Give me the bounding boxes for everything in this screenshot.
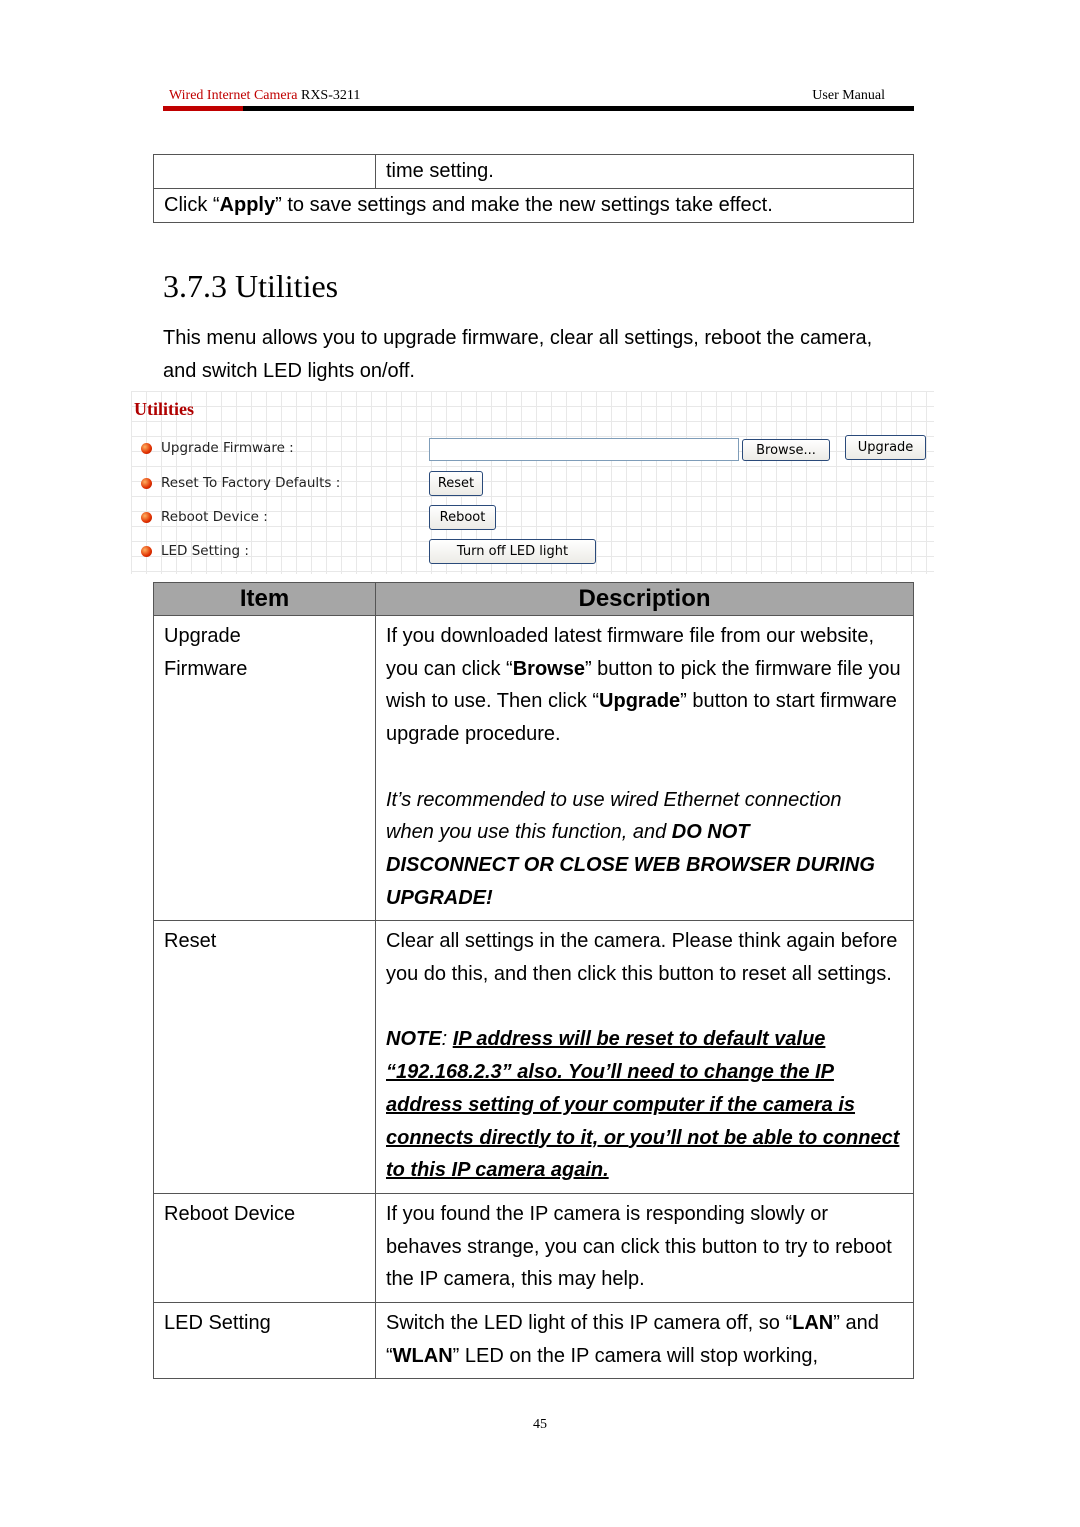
description-text: Clear all settings in the camera. Please… [386,930,898,986]
browse-button[interactable]: Browse... [742,439,830,461]
bold-text: LAN [792,1312,834,1335]
item-cell: Upgrade Firmware [153,614,376,922]
note-underlined: IP address will be reset to default valu… [386,1028,900,1182]
led-toggle-button[interactable]: Turn off LED light [429,539,596,564]
section-title: 3.7.3 Utilities [163,268,339,304]
table-row: time setting. [153,154,914,189]
table-row: Click “Apply” to save settings and make … [153,188,914,223]
text: It’s recommended to use wired Ethernet c… [386,788,842,844]
ui-title: Utilities [134,399,194,419]
table-row: LED Setting Switch the LED light of this… [153,1302,914,1380]
header-rule [163,106,914,111]
ui-label: Upgrade Firmware : [161,440,294,456]
text: : [441,1028,453,1051]
header-doc-type: User Manual [812,88,885,103]
note-label: NOTE [386,1028,442,1051]
ui-label: Reboot Device : [161,509,268,525]
table-row: Reset Clear all settings in the camera. … [153,920,914,1194]
header-rule-accent [163,106,243,111]
description-cell: If you found the IP camera is responding… [375,1192,914,1304]
reset-button[interactable]: Reset [429,471,483,496]
item-cell: LED Setting [153,1302,376,1380]
reboot-button[interactable]: Reboot [429,505,496,530]
utilities-table: Item Description Upgrade Firmware If you… [153,582,914,1380]
text: Switch the LED light of this IP camera o… [386,1312,793,1335]
item-cell: Reset [153,920,376,1194]
page-number: 45 [533,1417,547,1432]
description-text: If you downloaded latest firmware file f… [386,620,903,751]
ui-row-upgrade: Upgrade Firmware : [141,437,294,459]
apply-bold: Apply [219,194,276,216]
apply-note: Click “Apply” to save settings and make … [153,188,914,223]
reset-note: NOTE: IP address will be reset to defaul… [386,1023,903,1187]
firmware-file-input[interactable] [429,438,739,461]
warning-note: It’s recommended to use wired Ethernet c… [386,784,903,915]
continued-table: time setting. Click “Apply” to save sett… [153,154,914,223]
header-description: Description [375,582,914,616]
bullet-icon [141,511,152,523]
description-cell: Switch the LED light of this IP camera o… [375,1302,914,1380]
bold-text: Browse [512,657,585,680]
header-product: Wired Internet Camera RXS-3211 [169,88,360,104]
ui-label: LED Setting : [161,543,249,559]
item-cell: Reboot Device [153,1192,376,1304]
header-item: Item [153,582,376,616]
section-intro: This menu allows you to upgrade firmware… [163,327,873,382]
bold-text: Upgrade [599,690,681,713]
ui-row-led: LED Setting : [141,540,249,562]
ui-row-reboot: Reboot Device : [141,506,268,528]
upgrade-button[interactable]: Upgrade [845,435,926,460]
text: ” to save settings and make the new sett… [275,194,773,216]
header-product-name: Wired Internet Camera [169,88,298,103]
ui-row-reset: Reset To Factory Defaults : [141,472,340,494]
item-label: Upgrade Firmware [164,625,248,680]
text: ” LED on the IP camera will stop working… [452,1344,818,1367]
ui-label: Reset To Factory Defaults : [161,475,341,491]
table-row: Reboot Device If you found the IP camera… [153,1192,914,1304]
utilities-screenshot: Utilities Upgrade Firmware : Reset To Fa… [131,391,934,574]
table-cell: time setting. [375,154,914,189]
bold-text: WLAN [392,1344,453,1367]
table-header-row: Item Description [153,582,914,616]
bullet-icon [141,442,152,454]
text: Click “ [164,194,220,216]
bullet-icon [141,477,152,489]
table-row: Upgrade Firmware If you downloaded lates… [153,614,914,922]
description-cell: If you downloaded latest firmware file f… [375,614,914,922]
description-cell: Clear all settings in the camera. Please… [375,920,914,1194]
table-cell-empty [153,154,376,189]
bullet-icon [141,545,152,557]
header-model: RXS-3211 [300,88,361,103]
